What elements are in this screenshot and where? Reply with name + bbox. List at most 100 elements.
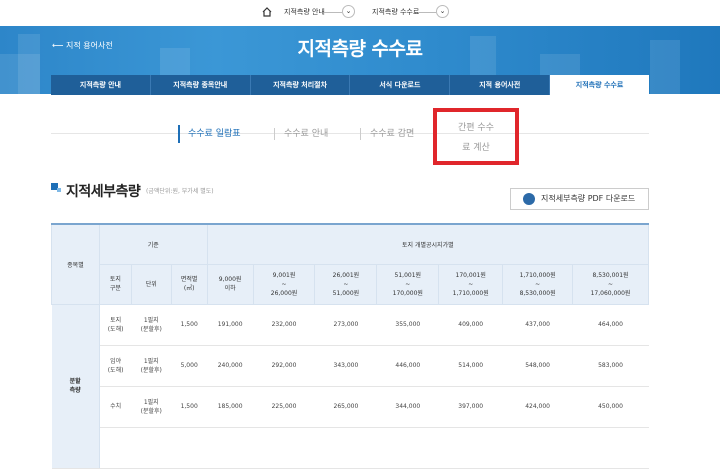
subtab-separator	[360, 128, 361, 140]
header-text: 8,530,001원	[592, 271, 629, 279]
header-text: ~	[343, 280, 349, 288]
cell-text: 1필지	[143, 398, 159, 406]
header-text: 170,001원	[455, 271, 486, 279]
tab-survey-fee[interactable]: 지적측량 수수료	[550, 75, 649, 95]
cell-text: (분할후)	[140, 407, 162, 415]
header-price-range: 1,710,000원 ~8,530,000원	[502, 263, 574, 305]
cell-empty	[314, 427, 377, 469]
chevron-down-icon[interactable]: ⌄	[342, 5, 355, 18]
table-body: 분할 측량 토지 (도해) 1필지 (분할후) 1,500 191,000 232,000 273…	[51, 304, 649, 469]
section-title: 지적세부측량	[66, 184, 141, 200]
cell-fee: 450,000	[572, 386, 649, 428]
pdf-download-label: 지적세부측량 PDF 다운로드	[541, 194, 636, 203]
cell-fee: 191,000	[207, 304, 254, 346]
header-text: 단위	[145, 280, 157, 288]
cell-land-type: 토지 (도해)	[99, 304, 132, 346]
cell-fee: 397,000	[438, 386, 503, 428]
header-price-range: 170,001원 ~1,710,000원	[438, 263, 504, 305]
chevron-down-icon[interactable]: ⌄	[436, 5, 449, 18]
cell-fee: 265,000	[314, 386, 377, 428]
subtab-label-line1: 간편 수수	[458, 123, 494, 133]
cell-fee: 185,000	[207, 386, 254, 428]
cell-fee: 446,000	[376, 345, 439, 387]
pdf-download-button[interactable]: 지적세부측량 PDF 다운로드	[510, 188, 649, 210]
breadcrumb-item-survey-fee[interactable]: 지적측량 수수료	[372, 7, 419, 17]
cell-land-type: 수치	[99, 386, 132, 428]
tab-survey-procedure[interactable]: 지적측량 처리절차	[250, 75, 351, 95]
header-basis-col: 단위	[130, 263, 172, 305]
header-row: 토지 구분 단위 면적별 (㎡) 9,000원 이하 9,001원 ~26,000원 26,001…	[52, 263, 649, 305]
active-indicator	[178, 125, 180, 143]
cell-text: (분할후)	[140, 366, 162, 374]
cell-land-type: 임야 (도해)	[99, 345, 132, 387]
subtab-simple-fee-calculator[interactable]: 간편 수수 료 계산	[433, 108, 519, 165]
subtab-label: 수수료 일람표	[188, 129, 241, 139]
cell-text: (도해)	[107, 366, 124, 374]
header-text: 9,001원	[272, 271, 296, 279]
cell-fee: 343,000	[314, 345, 377, 387]
cell-empty	[438, 427, 503, 469]
cell-empty	[502, 427, 573, 469]
cell-empty	[99, 427, 132, 469]
subtab-fee-reduction[interactable]: 수수료 감면	[360, 120, 414, 148]
cell-empty	[253, 427, 315, 469]
table-row: 수치 1필지 (분할후) 1,500 185,000 225,000 265,000 344,…	[52, 386, 649, 428]
tab-survey-types[interactable]: 지적측량 종목안내	[150, 75, 251, 95]
header-price-range: 51,001원 ~170,000원	[376, 263, 440, 305]
header-price-range: 9,001원 ~26,000원	[252, 263, 316, 305]
top-breadcrumb: 지적측량 안내 ⌄ 지적측량 수수료 ⌄	[0, 0, 720, 26]
cell-unit: 1필지 (분할후)	[131, 345, 172, 387]
subtab-fee-table[interactable]: 수수료 일람표	[178, 120, 241, 148]
cell-fee: 437,000	[502, 304, 573, 346]
header-text: ~	[405, 280, 411, 288]
fee-table: 종목별 기준 토지 개별공시지가별 토지 구분 단위 면적별 (㎡) 9,000원 이하 9,…	[51, 223, 650, 469]
header-text: 토지	[109, 276, 121, 283]
cell-fee: 240,000	[207, 345, 254, 387]
table-row	[52, 427, 649, 469]
cell-area: 1,500	[171, 304, 208, 346]
header-text: 8,530,000원	[519, 289, 556, 297]
subtab-label: 수수료 감면	[370, 129, 415, 139]
cell-unit: 1필지 (분할후)	[131, 386, 172, 428]
home-icon[interactable]	[262, 7, 272, 17]
header-text: 구분	[109, 285, 121, 292]
header-text: ~	[468, 280, 474, 288]
breadcrumb-divider	[324, 12, 342, 13]
cell-text: 1필지	[143, 357, 159, 365]
cell-area: 5,000	[171, 345, 208, 387]
subtab-label: 수수료 안내	[284, 129, 329, 139]
cell-fee: 409,000	[438, 304, 503, 346]
cell-unit: 1필지 (분할후)	[131, 304, 172, 346]
header-type: 종목별	[51, 223, 100, 305]
header-basis-col: 면적별 (㎡)	[170, 263, 208, 305]
header-text: (㎡)	[183, 285, 195, 292]
cell-fee: 225,000	[253, 386, 315, 428]
cell-text: 토지	[110, 316, 122, 324]
tab-form-download[interactable]: 서식 다운로드	[350, 75, 451, 95]
cell-empty	[131, 427, 172, 469]
subtab-fee-guide[interactable]: 수수료 안내	[274, 120, 328, 148]
breadcrumb-item-survey-guide[interactable]: 지적측량 안내	[284, 7, 325, 17]
tab-glossary[interactable]: 지적 용어사전	[450, 75, 551, 95]
header-text: ~	[608, 280, 614, 288]
page-title: 지적측량 수수료	[297, 38, 423, 60]
cell-fee: 548,000	[502, 345, 573, 387]
cell-text: (도해)	[107, 325, 124, 333]
tab-survey-guide[interactable]: 지적측량 안내	[51, 75, 151, 95]
cell-fee: 583,000	[572, 345, 649, 387]
cell-area: 1,500	[171, 386, 208, 428]
header-land-price: 토지 개별공시지가별	[206, 223, 650, 265]
group-label: 분할 측량	[51, 304, 100, 469]
cell-empty	[207, 427, 254, 469]
cell-fee: 232,000	[253, 304, 315, 346]
cell-text: (분할후)	[140, 325, 162, 333]
header-text: 26,000원	[270, 289, 298, 297]
header-text: 9,000원	[218, 276, 242, 283]
cell-fee: 464,000	[572, 304, 649, 346]
table-row: 임야 (도해) 1필지 (분할후) 5,000 240,000 292,000 343,000…	[52, 345, 649, 387]
heading-bullet-accent	[57, 188, 61, 192]
header-text: 이하	[224, 285, 236, 292]
cell-empty	[171, 427, 208, 469]
breadcrumb-divider	[418, 12, 436, 13]
header-price-range: 8,530,001원 ~17,060,000원	[572, 263, 649, 305]
